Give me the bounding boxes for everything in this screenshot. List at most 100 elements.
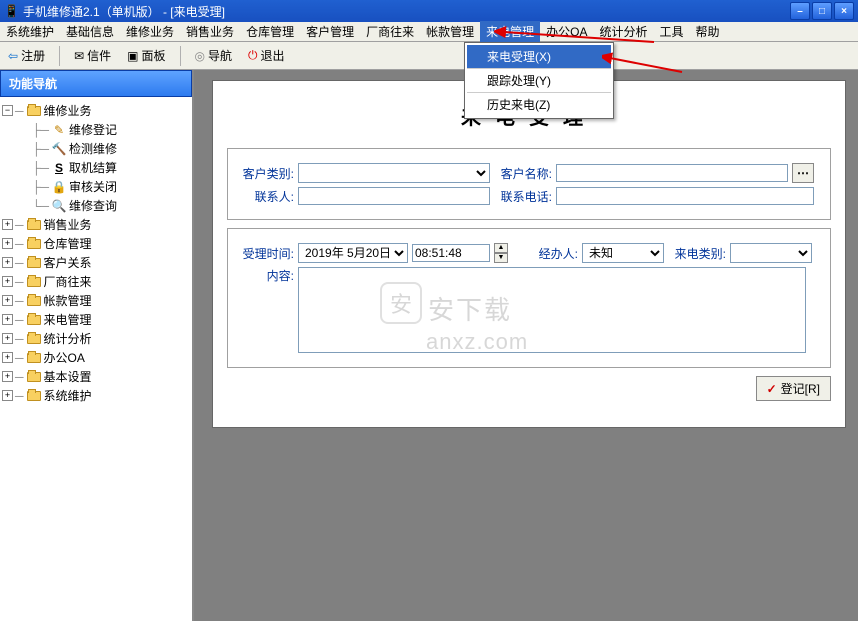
cust-lookup-button[interactable]: ⋯ xyxy=(792,163,814,183)
folder-icon xyxy=(26,237,42,251)
close-button[interactable]: × xyxy=(834,2,854,20)
annotation-arrow-icon xyxy=(494,22,664,50)
expand-icon[interactable]: + xyxy=(2,371,13,382)
chevron-down-icon[interactable]: ▼ xyxy=(494,253,508,263)
expand-icon[interactable]: + xyxy=(2,257,13,268)
tree-warehouse[interactable]: +─仓库管理 xyxy=(2,234,190,253)
tree-settings[interactable]: +─基本设置 xyxy=(2,367,190,386)
collapse-icon[interactable]: − xyxy=(2,105,13,116)
menu-accounts[interactable]: 帐款管理 xyxy=(420,21,480,42)
folder-icon xyxy=(26,104,42,118)
expand-icon[interactable]: + xyxy=(2,295,13,306)
label-phone: 联系电话: xyxy=(494,188,552,205)
expand-icon[interactable]: + xyxy=(2,314,13,325)
register-button[interactable]: ✓登记[R] xyxy=(756,376,831,401)
folder-icon xyxy=(26,370,42,384)
tree-sysmaint[interactable]: +─系统维护 xyxy=(2,386,190,405)
folder-icon xyxy=(26,313,42,327)
maximize-button[interactable]: □ xyxy=(812,2,832,20)
toolbar: ⇦注册 ✉信件 ▣面板 ◎导航 ⏻退出 xyxy=(0,42,858,70)
power-icon: ⏻ xyxy=(248,48,258,63)
toolbar-letter[interactable]: ✉信件 xyxy=(70,45,115,66)
tree-item-register[interactable]: ├─✎维修登记 xyxy=(2,120,190,139)
tree-root-repair[interactable]: −─维修业务 xyxy=(2,101,190,120)
expand-icon[interactable]: + xyxy=(2,219,13,230)
contact-input[interactable] xyxy=(298,187,490,205)
folder-icon xyxy=(26,218,42,232)
date-picker[interactable]: 2019年 5月20日 xyxy=(298,243,408,263)
titlebar: 📱 手机维修通2.1（单机版） - [来电受理] – □ × xyxy=(0,0,858,22)
folder-icon xyxy=(26,351,42,365)
label-cust-type: 客户类别: xyxy=(236,165,294,182)
tree-call[interactable]: +─来电管理 xyxy=(2,310,190,329)
menu-repair[interactable]: 维修业务 xyxy=(120,21,180,42)
cust-type-select[interactable] xyxy=(298,163,490,183)
toolbar-register[interactable]: ⇦注册 xyxy=(4,45,49,66)
minimize-button[interactable]: – xyxy=(790,2,810,20)
call-form-panel: 来电受理 客户类别: 客户名称: ⋯ 联系人: 联系电话: xyxy=(212,80,846,428)
phone-input[interactable] xyxy=(556,187,814,205)
call-type-select[interactable] xyxy=(730,243,812,263)
cust-name-input[interactable] xyxy=(556,164,788,182)
expand-icon[interactable]: + xyxy=(2,238,13,249)
check-icon: ✓ xyxy=(767,382,777,396)
tree-oa[interactable]: +─办公OA xyxy=(2,348,190,367)
tree-item-audit[interactable]: ├─🔒审核关闭 xyxy=(2,177,190,196)
tree-item-settle[interactable]: ├─S取机结算 xyxy=(2,158,190,177)
sidebar: 功能导航 −─维修业务 ├─✎维修登记 ├─🔨检测维修 ├─S取机结算 ├─🔒审… xyxy=(0,70,194,621)
menu-help[interactable]: 帮助 xyxy=(690,21,726,42)
sidebar-header: 功能导航 xyxy=(0,70,192,97)
menu-customer[interactable]: 客户管理 xyxy=(300,21,360,42)
time-input[interactable] xyxy=(412,244,490,262)
detail-fieldset: 受理时间: 2019年 5月20日 ▲▼ 经办人: 未知 来电类别: 内容: xyxy=(227,228,831,368)
label-contact: 联系人: xyxy=(236,188,294,205)
tree-customer[interactable]: +─客户关系 xyxy=(2,253,190,272)
customer-fieldset: 客户类别: 客户名称: ⋯ 联系人: 联系电话: xyxy=(227,148,831,220)
window-title: 手机维修通2.1（单机版） - [来电受理] xyxy=(23,3,225,20)
dropdown-item-history[interactable]: 历史来电(Z) xyxy=(467,93,611,116)
menu-call-dropdown: 来电受理(X) 跟踪处理(Y) 历史来电(Z) xyxy=(464,42,614,119)
compass-icon: ◎ xyxy=(195,49,205,63)
annotation-arrow-icon xyxy=(602,50,692,78)
tree-stats[interactable]: +─统计分析 xyxy=(2,329,190,348)
arrow-left-icon: ⇦ xyxy=(8,49,18,63)
s-icon: S xyxy=(51,161,67,175)
label-content: 内容: xyxy=(236,267,294,284)
expand-icon[interactable]: + xyxy=(2,352,13,363)
hammer-icon: 🔨 xyxy=(51,142,67,156)
app-icon: 📱 xyxy=(4,4,19,18)
content-textarea[interactable] xyxy=(298,267,806,353)
content-area: 来电受理 客户类别: 客户名称: ⋯ 联系人: 联系电话: xyxy=(194,70,858,621)
tree-sales[interactable]: +─销售业务 xyxy=(2,215,190,234)
chevron-up-icon[interactable]: ▲ xyxy=(494,243,508,253)
tree-item-query[interactable]: └─🔍维修查询 xyxy=(2,196,190,215)
toolbar-panel[interactable]: ▣面板 xyxy=(123,45,169,66)
expand-icon[interactable]: + xyxy=(2,390,13,401)
menu-system[interactable]: 系统维护 xyxy=(0,21,60,42)
search-icon: 🔍 xyxy=(51,199,67,213)
time-spinner[interactable]: ▲▼ xyxy=(494,243,508,263)
tree-vendor[interactable]: +─厂商往来 xyxy=(2,272,190,291)
menubar: 系统维护 基础信息 维修业务 销售业务 仓库管理 客户管理 厂商往来 帐款管理 … xyxy=(0,22,858,42)
dropdown-item-track[interactable]: 跟踪处理(Y) xyxy=(467,69,611,93)
menu-vendor[interactable]: 厂商往来 xyxy=(360,21,420,42)
folder-icon xyxy=(26,294,42,308)
toolbar-exit[interactable]: ⏻退出 xyxy=(244,45,289,66)
menu-basicinfo[interactable]: 基础信息 xyxy=(60,21,120,42)
toolbar-nav[interactable]: ◎导航 xyxy=(191,45,237,66)
tree-accounts[interactable]: +─帐款管理 xyxy=(2,291,190,310)
tree-item-inspect[interactable]: ├─🔨检测维修 xyxy=(2,139,190,158)
folder-icon xyxy=(26,256,42,270)
label-accept-time: 受理时间: xyxy=(236,245,294,262)
folder-icon xyxy=(26,389,42,403)
panel-icon: ▣ xyxy=(127,49,138,63)
folder-icon xyxy=(26,275,42,289)
pencil-icon: ✎ xyxy=(51,123,67,137)
folder-icon xyxy=(26,332,42,346)
expand-icon[interactable]: + xyxy=(2,333,13,344)
menu-sales[interactable]: 销售业务 xyxy=(180,21,240,42)
handler-select[interactable]: 未知 xyxy=(582,243,664,263)
menu-warehouse[interactable]: 仓库管理 xyxy=(240,21,300,42)
expand-icon[interactable]: + xyxy=(2,276,13,287)
lock-icon: 🔒 xyxy=(51,180,67,194)
